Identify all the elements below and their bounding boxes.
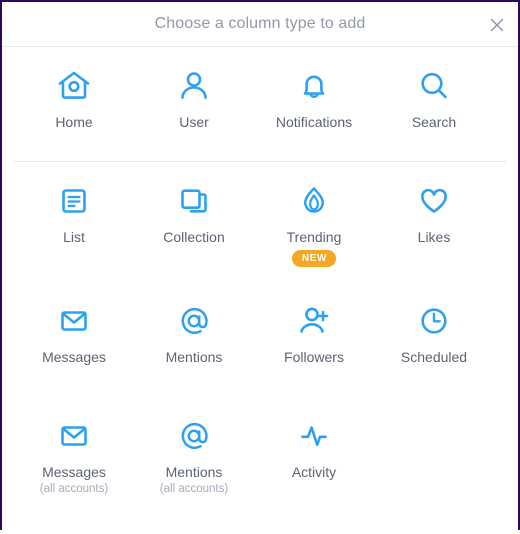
- grid-row-secondary-1: List Collection Trending NEW Likes: [14, 162, 506, 282]
- dialog-title: Choose a column type to add: [154, 15, 366, 32]
- envelope-icon: [53, 300, 95, 342]
- column-option-label: User: [179, 114, 209, 130]
- new-badge: NEW: [291, 250, 337, 267]
- column-option-label: Followers: [284, 349, 344, 365]
- column-option-label: List: [63, 229, 85, 245]
- at-sign-icon: [173, 415, 215, 457]
- column-option-label: Activity: [291, 464, 337, 480]
- column-option-notifications[interactable]: Notifications: [254, 47, 374, 161]
- column-option-mentions-all-accounts[interactable]: Mentions (all accounts): [134, 397, 254, 507]
- column-option-sublabel: (all accounts): [159, 483, 229, 495]
- column-option-label: Messages: [42, 464, 106, 480]
- column-option-scheduled[interactable]: Scheduled: [374, 282, 494, 397]
- clock-icon: [413, 300, 455, 342]
- section-secondary: List Collection Trending NEW Likes Messa…: [14, 161, 506, 507]
- at-sign-icon: [173, 300, 215, 342]
- dialog-titlebar: Choose a column type to add: [2, 2, 518, 47]
- column-option-home[interactable]: Home: [14, 47, 134, 161]
- birdhouse-icon: [53, 65, 95, 107]
- column-option-label: Likes: [417, 229, 451, 245]
- user-icon: [173, 65, 215, 107]
- column-option-label: Mentions: [165, 349, 223, 365]
- flame-icon: [293, 180, 335, 222]
- column-option-label: Search: [411, 114, 457, 130]
- heart-icon: [413, 180, 455, 222]
- column-option-label: Mentions: [165, 464, 223, 480]
- list-icon: [53, 180, 95, 222]
- column-option-label: Notifications: [275, 114, 353, 130]
- activity-icon: [293, 415, 335, 457]
- column-option-followers[interactable]: Followers: [254, 282, 374, 397]
- magnifier-icon: [413, 65, 455, 107]
- column-option-label: Scheduled: [400, 349, 468, 365]
- column-type-grid: Home User Notifications Search List Coll…: [2, 47, 518, 530]
- user-plus-icon: [293, 300, 335, 342]
- envelope-icon: [53, 415, 95, 457]
- column-option-trending[interactable]: Trending NEW: [254, 162, 374, 282]
- column-option-search[interactable]: Search: [374, 47, 494, 161]
- column-option-activity[interactable]: Activity: [254, 397, 374, 507]
- column-option-user[interactable]: User: [134, 47, 254, 161]
- close-button[interactable]: [482, 10, 512, 40]
- section-primary: Home User Notifications Search: [2, 47, 518, 161]
- column-option-label: Collection: [163, 229, 225, 245]
- column-option-messages[interactable]: Messages: [14, 282, 134, 397]
- column-option-mentions[interactable]: Mentions: [134, 282, 254, 397]
- column-option-messages-all-accounts[interactable]: Messages (all accounts): [14, 397, 134, 507]
- column-option-label: Home: [55, 114, 93, 130]
- column-option-list[interactable]: List: [14, 162, 134, 282]
- column-option-label: Messages: [42, 349, 106, 365]
- choose-column-dialog: Choose a column type to add Home User No…: [0, 0, 520, 530]
- collection-icon: [173, 180, 215, 222]
- grid-row-primary: Home User Notifications Search: [2, 47, 518, 161]
- column-option-collection[interactable]: Collection: [134, 162, 254, 282]
- column-option-sublabel: (all accounts): [39, 483, 109, 495]
- grid-row-secondary-2: Messages Mentions Followers Scheduled: [14, 282, 506, 397]
- close-icon: [490, 18, 504, 32]
- column-option-label: Trending: [286, 229, 342, 245]
- grid-row-secondary-3: Messages (all accounts) Mentions (all ac…: [14, 397, 506, 507]
- column-option-likes[interactable]: Likes: [374, 162, 494, 282]
- bell-icon: [293, 65, 335, 107]
